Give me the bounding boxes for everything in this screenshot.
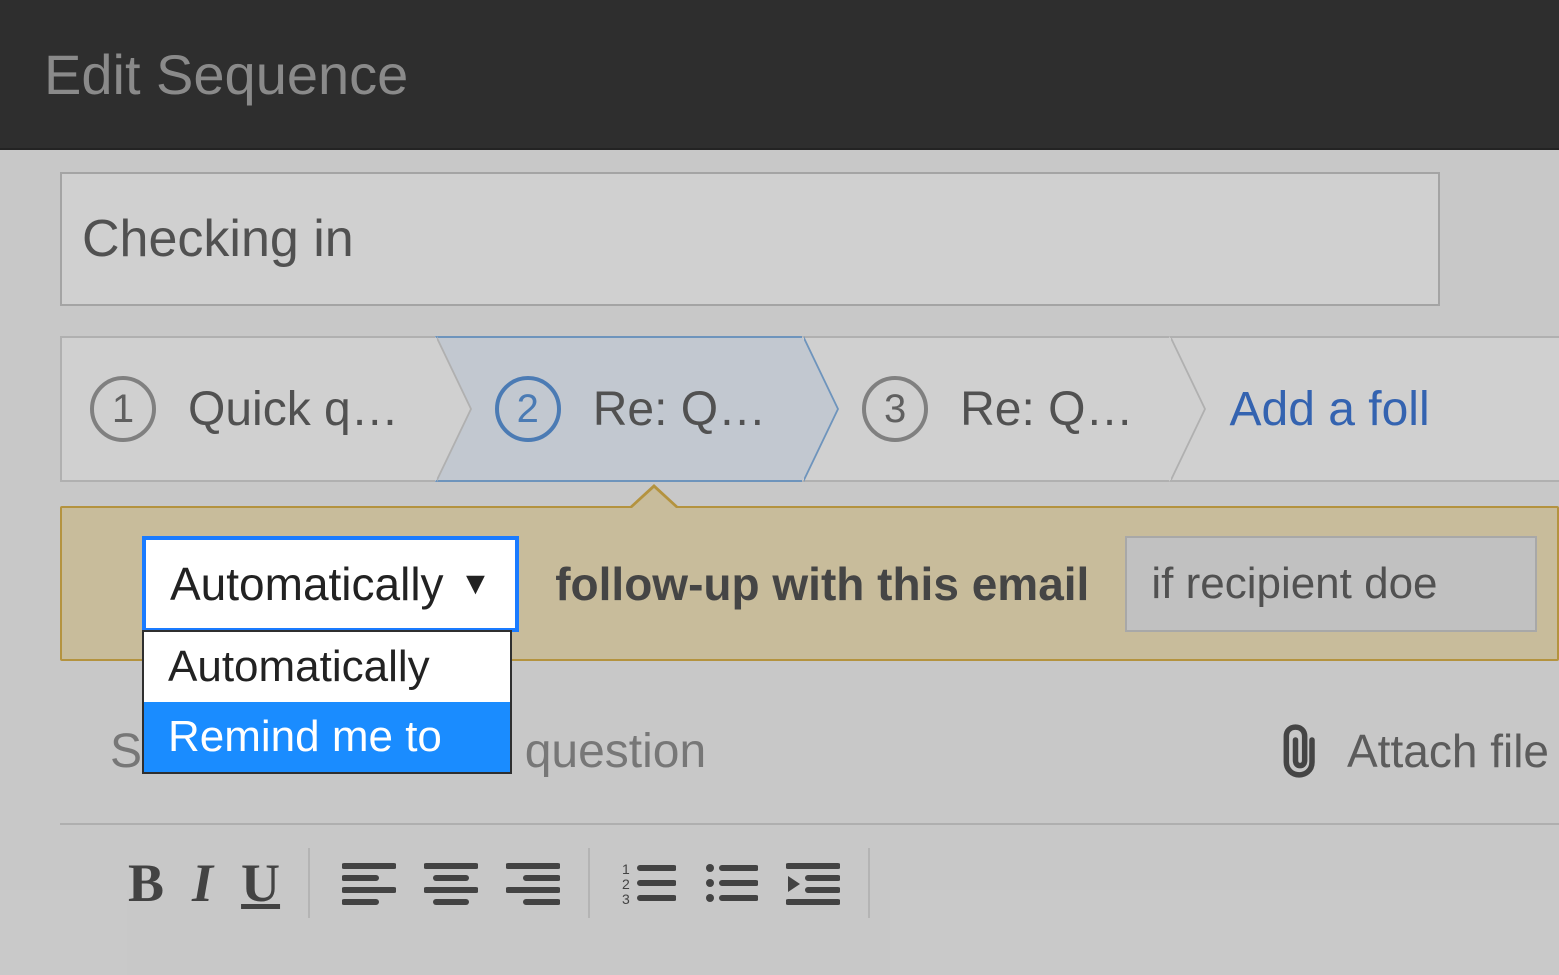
align-center-icon[interactable] (424, 860, 478, 906)
followup-settings-content: Automatically ▼ Automatically Remind me … (60, 506, 1559, 661)
svg-text:2: 2 (622, 876, 630, 892)
sequence-name-value: Checking in (82, 209, 354, 269)
step-label: Quick q… (188, 382, 399, 437)
align-right-icon[interactable] (506, 860, 560, 906)
dropdown-toggle[interactable]: Automatically ▼ (142, 536, 519, 632)
step-label: Re: Q… (593, 382, 766, 437)
underline-button[interactable]: U (241, 852, 280, 914)
trigger-mode-dropdown[interactable]: Automatically ▼ Automatically Remind me … (142, 536, 519, 632)
italic-button[interactable]: I (192, 852, 213, 914)
attach-files-button[interactable]: Attach file (1279, 723, 1549, 779)
bold-button[interactable]: B (128, 852, 164, 914)
sequence-step-2-active[interactable]: 2 Re: Q… (435, 336, 802, 482)
sequence-name-input[interactable]: Checking in (60, 172, 1440, 306)
indent-icon[interactable] (786, 860, 840, 906)
editor-format-toolbar: B I U 123 (60, 823, 1559, 918)
settings-bar-pointer-icon (628, 484, 680, 508)
followup-condition-value: if recipient doe (1151, 559, 1437, 609)
attach-files-label: Attach file (1347, 724, 1549, 778)
dropdown-option-automatically[interactable]: Automatically (144, 632, 510, 702)
sequence-step-3[interactable]: 3 Re: Q… (802, 336, 1169, 482)
followup-static-text: follow-up with this email (555, 557, 1089, 611)
modal-content: Checking in 1 Quick q… 2 Re: Q… 3 Re: Q…… (0, 150, 1559, 918)
step-number-badge: 2 (495, 376, 561, 442)
caret-down-icon: ▼ (460, 565, 492, 602)
followup-condition-select[interactable]: if recipient doe (1125, 536, 1537, 632)
followup-settings-bar: Automatically ▼ Automatically Remind me … (60, 506, 1559, 661)
svg-text:3: 3 (622, 891, 630, 906)
dropdown-menu: Automatically Remind me to (142, 630, 512, 774)
svg-text:1: 1 (622, 861, 630, 877)
add-followup-label: Add a foll (1229, 382, 1429, 437)
dropdown-selected-value: Automatically (170, 557, 444, 611)
sequence-steps-nav: 1 Quick q… 2 Re: Q… 3 Re: Q… Add a foll (60, 336, 1559, 482)
modal-title: Edit Sequence (44, 42, 408, 107)
step-number-badge: 1 (90, 376, 156, 442)
subject-value-fragment: question (525, 724, 706, 779)
dropdown-option-remind-me-to[interactable]: Remind me to (144, 702, 510, 772)
bullet-list-icon[interactable] (704, 860, 758, 906)
numbered-list-icon[interactable]: 123 (622, 860, 676, 906)
align-left-icon[interactable] (342, 860, 396, 906)
paperclip-icon (1279, 723, 1323, 779)
step-label: Re: Q… (960, 382, 1133, 437)
modal-header: Edit Sequence (0, 0, 1559, 150)
sequence-step-1[interactable]: 1 Quick q… (60, 336, 435, 482)
add-followup-step[interactable]: Add a foll (1169, 336, 1559, 482)
step-number-badge: 3 (862, 376, 928, 442)
page-root: Edit Sequence Checking in 1 Quick q… 2 R… (0, 0, 1559, 975)
